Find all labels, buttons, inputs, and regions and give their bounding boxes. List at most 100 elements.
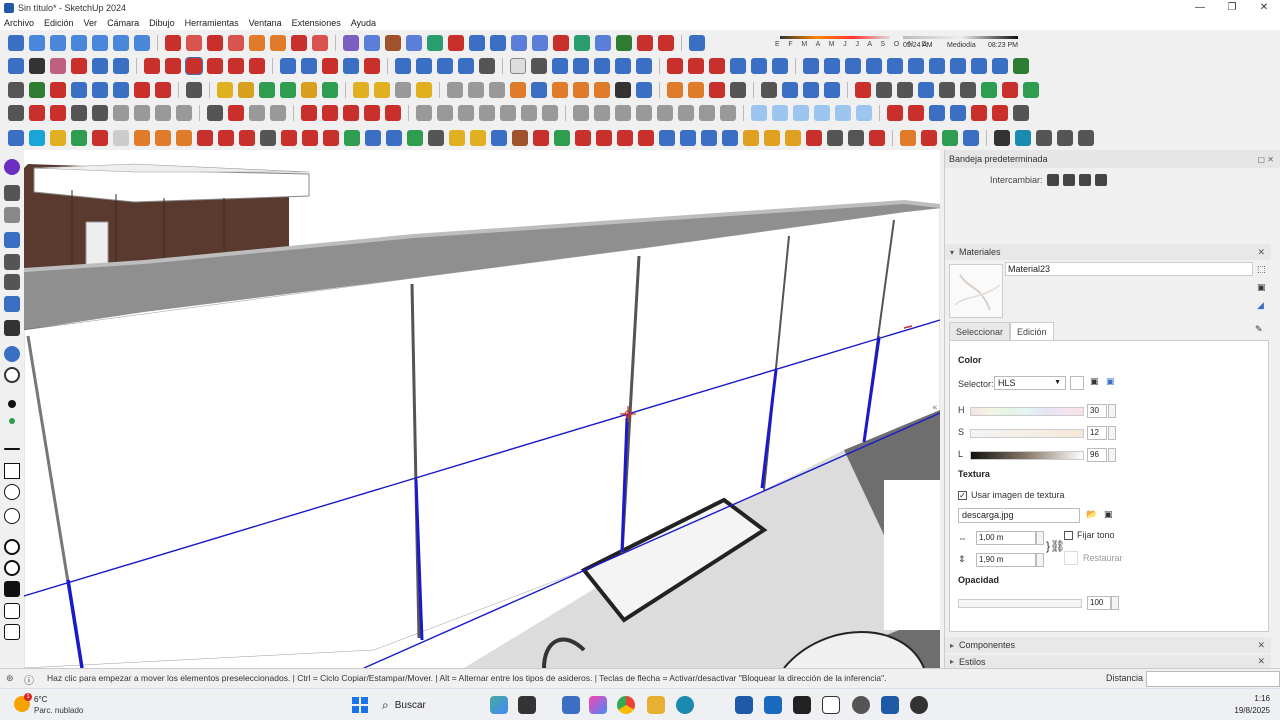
dot-icon[interactable] xyxy=(8,400,16,408)
crate-icon[interactable] xyxy=(743,130,759,146)
cube-icon[interactable] xyxy=(4,320,20,336)
curve-icon[interactable] xyxy=(343,35,359,51)
pen-icon[interactable] xyxy=(489,82,505,98)
camera-icon[interactable] xyxy=(4,207,20,223)
box-icon[interactable] xyxy=(134,82,150,98)
flag-icon[interactable] xyxy=(29,82,45,98)
window-icon[interactable] xyxy=(659,130,675,146)
arrows-icon[interactable] xyxy=(573,58,589,74)
weather-widget[interactable]: 1 6°C Parc. nublado xyxy=(10,693,120,717)
opacity-value-field[interactable]: 100 xyxy=(1087,596,1111,610)
eraser-icon[interactable] xyxy=(50,58,66,74)
help-icon[interactable] xyxy=(4,367,20,383)
sliders-icon[interactable] xyxy=(1057,130,1073,146)
start-button[interactable] xyxy=(352,697,368,713)
circle-icon[interactable] xyxy=(469,35,485,51)
edge-icon[interactable] xyxy=(676,696,694,714)
line-icon[interactable] xyxy=(301,105,317,121)
axis-icon[interactable] xyxy=(981,82,997,98)
obs-icon[interactable] xyxy=(910,696,928,714)
flag-icon[interactable] xyxy=(218,130,234,146)
align-icon[interactable] xyxy=(887,58,903,74)
panel-icon[interactable] xyxy=(699,105,715,121)
settings-icon[interactable] xyxy=(852,696,870,714)
crate-icon[interactable] xyxy=(785,130,801,146)
right-view-icon[interactable] xyxy=(92,35,108,51)
tab-edicion[interactable]: Edición xyxy=(1010,322,1054,340)
axis-icon[interactable] xyxy=(1023,82,1039,98)
roof-icon[interactable] xyxy=(510,82,526,98)
fly-icon[interactable] xyxy=(803,58,819,74)
spiral-icon[interactable] xyxy=(470,130,486,146)
zoom-icon[interactable] xyxy=(929,105,945,121)
pin-icon[interactable] xyxy=(887,105,903,121)
fix-tone-checkbox[interactable] xyxy=(1064,531,1073,540)
eraser-icon[interactable] xyxy=(658,35,674,51)
curve-icon[interactable] xyxy=(385,35,401,51)
line-icon[interactable] xyxy=(364,105,380,121)
distance-input[interactable] xyxy=(1146,671,1280,687)
circles-icon[interactable] xyxy=(1013,58,1029,74)
move-tool-icon[interactable] xyxy=(185,57,203,75)
dots-icon[interactable] xyxy=(29,105,45,121)
triangle-icon[interactable] xyxy=(407,130,423,146)
camera-icon[interactable] xyxy=(4,274,20,290)
cloud-icon[interactable] xyxy=(176,105,192,121)
move-red-icon[interactable] xyxy=(291,35,307,51)
copy-icon[interactable] xyxy=(814,105,830,121)
dots-icon[interactable] xyxy=(281,130,297,146)
texture-file-field[interactable]: descarga.jpg xyxy=(958,508,1080,523)
rotate-icon[interactable] xyxy=(4,560,20,576)
globe-icon[interactable] xyxy=(479,58,495,74)
grid-icon[interactable] xyxy=(950,58,966,74)
arc-icon[interactable] xyxy=(532,35,548,51)
grid-icon[interactable] xyxy=(971,58,987,74)
menu-archivo[interactable]: Archivo xyxy=(4,18,34,28)
tools-icon[interactable] xyxy=(636,82,652,98)
components-section-header[interactable]: ▸ Componentes ✕ xyxy=(945,637,1271,653)
dimension-icon[interactable] xyxy=(918,82,934,98)
s-value-field[interactable]: 12 xyxy=(1087,426,1107,440)
panel-icon[interactable] xyxy=(678,105,694,121)
layers-icon[interactable] xyxy=(803,82,819,98)
search-icon[interactable] xyxy=(8,58,24,74)
move-red-icon[interactable] xyxy=(207,35,223,51)
solid-icon[interactable] xyxy=(238,82,254,98)
sketchup-icon[interactable] xyxy=(735,696,753,714)
pencil-icon[interactable] xyxy=(71,58,87,74)
gem-icon[interactable] xyxy=(71,130,87,146)
height-spinner[interactable] xyxy=(1036,553,1044,567)
section-icon[interactable] xyxy=(416,58,432,74)
solid-icon[interactable] xyxy=(259,82,275,98)
crate-icon[interactable] xyxy=(764,130,780,146)
panel-icon[interactable] xyxy=(720,105,736,121)
pen-icon[interactable] xyxy=(447,82,463,98)
materials-section-header[interactable]: ▾ Materiales ✕ xyxy=(945,244,1271,260)
brick-icon[interactable] xyxy=(709,82,725,98)
solid-icon[interactable] xyxy=(301,82,317,98)
shape-icon[interactable] xyxy=(374,82,390,98)
gem-icon[interactable] xyxy=(8,130,24,146)
info-icon[interactable]: ⓘ xyxy=(24,672,34,687)
panel-icon[interactable] xyxy=(594,105,610,121)
restore-swatch[interactable] xyxy=(1064,551,1078,565)
bend-icon[interactable] xyxy=(249,105,265,121)
point-icon[interactable] xyxy=(667,58,683,74)
person-icon[interactable] xyxy=(1013,105,1029,121)
styles-icon[interactable] xyxy=(1094,174,1107,186)
widgets-app-icon[interactable] xyxy=(490,696,508,714)
gear-icon[interactable] xyxy=(4,346,20,362)
texture-cube-icon[interactable]: ▣ xyxy=(1104,509,1113,520)
iso-view-icon[interactable] xyxy=(29,35,45,51)
tools-icon[interactable] xyxy=(615,82,631,98)
l-value-field[interactable]: 96 xyxy=(1087,448,1107,462)
geo-icon[interactable]: ⊛ xyxy=(6,673,14,684)
cloud-icon[interactable] xyxy=(134,105,150,121)
stair-icon[interactable] xyxy=(113,82,129,98)
zoom-extents-icon[interactable] xyxy=(8,35,24,51)
eyedropper-icon[interactable]: ✎ xyxy=(1255,324,1263,335)
aspect-lock-icon[interactable]: }⛓ xyxy=(1046,539,1065,553)
cube-icon[interactable] xyxy=(638,130,654,146)
section-icon[interactable] xyxy=(437,58,453,74)
menu-ver[interactable]: Ver xyxy=(84,18,98,28)
